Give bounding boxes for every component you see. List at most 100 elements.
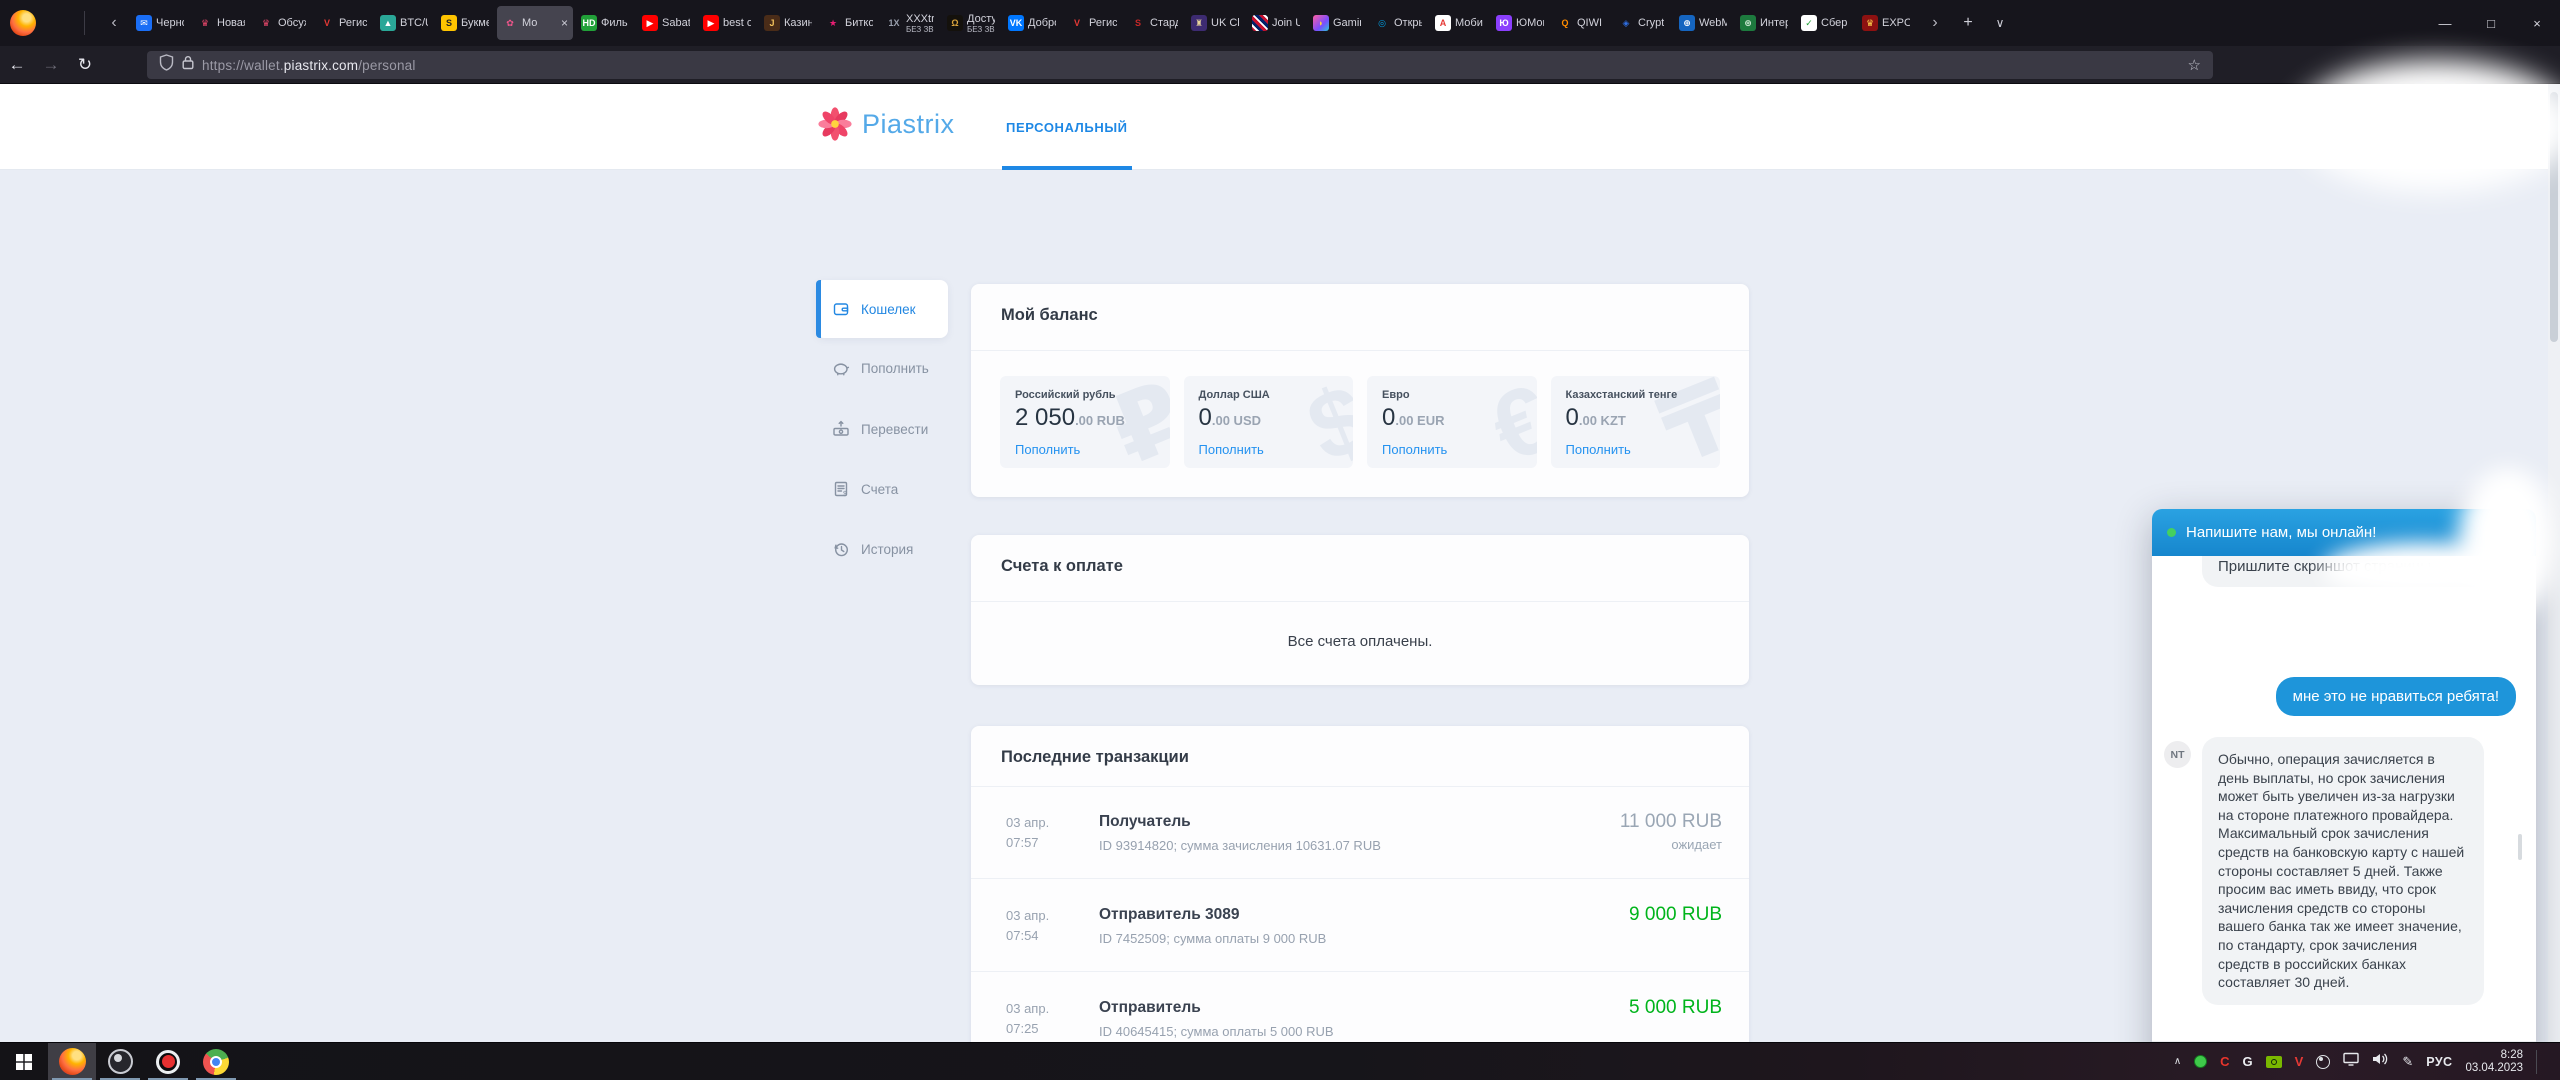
transactions-title: Последние транзакции bbox=[1001, 748, 1189, 767]
taskbar-app-chrome[interactable] bbox=[192, 1043, 240, 1080]
browser-tab[interactable]: ♛ EXPO bbox=[1857, 6, 1915, 40]
sidebar-item-wallet[interactable]: Кошелек bbox=[816, 280, 948, 338]
browser-tab[interactable]: ♜ UK Cl bbox=[1186, 6, 1244, 40]
tray-pen-icon[interactable]: ✎ bbox=[2402, 1054, 2413, 1070]
tray-vpn-icon[interactable]: V bbox=[2295, 1054, 2304, 1069]
date: 03.04.2023 bbox=[2465, 1062, 2523, 1074]
browser-tab[interactable]: ▶ best o bbox=[698, 6, 756, 40]
taskbar-app-recorder[interactable] bbox=[144, 1043, 192, 1080]
maximize-button[interactable]: □ bbox=[2468, 0, 2514, 46]
browser-tab[interactable]: ◎ Откры bbox=[1369, 6, 1427, 40]
browser-tab[interactable]: ◗ Gamin bbox=[1308, 6, 1366, 40]
language-indicator[interactable]: РУС bbox=[2426, 1055, 2452, 1069]
browser-tab[interactable]: ♛ Обсуж bbox=[253, 6, 311, 40]
tab-title: Sabat bbox=[662, 17, 690, 29]
tab-personal[interactable]: ПЕРСОНАЛЬНЫЙ bbox=[1002, 84, 1132, 170]
tray-logitech-icon[interactable]: G bbox=[2243, 1054, 2253, 1069]
browser-tab[interactable]: ⊕ WebM bbox=[1674, 6, 1732, 40]
new-tab-button[interactable]: + bbox=[1952, 14, 1984, 32]
browser-tab[interactable]: ✉ Черно bbox=[131, 6, 189, 40]
clock[interactable]: 8:2803.04.2023 bbox=[2465, 1049, 2523, 1075]
browser-tab[interactable]: ⊛ Интер bbox=[1735, 6, 1793, 40]
divider bbox=[971, 601, 1749, 602]
tab-title: Сбер bbox=[1821, 17, 1847, 29]
currency-card: € Евро 0.00 EUR Пополнить bbox=[1367, 376, 1537, 468]
firefox-view-button[interactable] bbox=[0, 0, 46, 46]
tray-nvidia-icon[interactable] bbox=[2266, 1056, 2282, 1068]
taskbar-app-firefox[interactable] bbox=[48, 1043, 96, 1080]
tray-network-icon[interactable] bbox=[2343, 1052, 2359, 1071]
browser-tab[interactable]: S Стард bbox=[1125, 6, 1183, 40]
browser-tab[interactable]: ★ Битко bbox=[820, 6, 878, 40]
url-bar[interactable]: https://wallet.piastrix.com/personal ☆ bbox=[147, 51, 2213, 79]
wallet-icon bbox=[832, 300, 850, 318]
chat-scrollbar-thumb[interactable] bbox=[2518, 834, 2522, 860]
tab-close-icon[interactable]: × bbox=[561, 16, 568, 30]
tab-scroll-left-button[interactable]: ‹ bbox=[97, 14, 131, 32]
shield-icon[interactable] bbox=[159, 54, 174, 76]
browser-tab[interactable]: 1X XXXtr БЕЗ ЗВ bbox=[881, 6, 939, 40]
browser-tab[interactable]: ✓ Сбер bbox=[1796, 6, 1854, 40]
tray-obs-icon[interactable] bbox=[2316, 1055, 2330, 1069]
piastrix-logo[interactable]: Piastrix bbox=[818, 105, 955, 143]
sidebar-item-invoices[interactable]: $ Счета bbox=[816, 467, 948, 511]
tray-guard-icon[interactable]: C bbox=[2220, 1054, 2229, 1069]
browser-tab[interactable]: ◈ Crypt bbox=[1613, 6, 1671, 40]
topup-link[interactable]: Пополнить bbox=[1199, 442, 1339, 457]
currency-amount: 0.00 EUR bbox=[1382, 405, 1522, 434]
browser-tab[interactable]: ♛ Новая bbox=[192, 6, 250, 40]
online-status-icon bbox=[2167, 528, 2176, 537]
lock-icon[interactable] bbox=[182, 55, 194, 75]
browser-tab[interactable]: А Моби bbox=[1430, 6, 1488, 40]
browser-tab[interactable]: V Регис bbox=[314, 6, 372, 40]
currency-name: Российский рубль bbox=[1015, 389, 1155, 401]
transaction-row[interactable]: 03 апр.07:54 Отправитель 3089 ID 7452509… bbox=[971, 879, 1749, 972]
topup-link[interactable]: Пополнить bbox=[1566, 442, 1706, 457]
screen-recorder-icon bbox=[156, 1050, 180, 1074]
browser-tab[interactable]: V Регис bbox=[1064, 6, 1122, 40]
browser-tab[interactable]: Join U bbox=[1247, 6, 1305, 40]
reload-button[interactable]: ↻ bbox=[68, 55, 102, 75]
browser-tab[interactable]: S Букме bbox=[436, 6, 494, 40]
browser-tab[interactable]: ✿ Мо × bbox=[497, 6, 573, 40]
hidden-icons-chevron[interactable]: ∧ bbox=[2174, 1056, 2181, 1067]
bookmark-star-icon[interactable]: ☆ bbox=[2188, 56, 2201, 74]
browser-tab[interactable]: HD Филь bbox=[576, 6, 634, 40]
sidebar-item-history[interactable]: История bbox=[816, 527, 948, 571]
topup-link[interactable]: Пополнить bbox=[1382, 442, 1522, 457]
transaction-datetime: 03 апр.07:57 bbox=[1006, 813, 1049, 853]
tab-list-dropdown-button[interactable]: ∨ bbox=[1984, 16, 2016, 30]
tray-volume-icon[interactable] bbox=[2372, 1052, 2389, 1071]
close-button[interactable]: × bbox=[2514, 0, 2560, 46]
tab-favicon-icon: HD bbox=[581, 15, 597, 31]
browser-tab[interactable]: ▶ Sabat bbox=[637, 6, 695, 40]
url-text[interactable]: https://wallet.piastrix.com/personal bbox=[202, 58, 416, 73]
transaction-row[interactable]: 03 апр.07:25 Отправитель ID 40645415; су… bbox=[971, 972, 1749, 1042]
back-button[interactable]: ← bbox=[0, 55, 34, 75]
currency-card: ₽ Российский рубль 2 050.00 RUB Пополнит… bbox=[1000, 376, 1170, 468]
topup-link[interactable]: Пополнить bbox=[1015, 442, 1155, 457]
browser-tab[interactable]: ▲ BTC/U bbox=[375, 6, 433, 40]
tray-status-icon[interactable] bbox=[2194, 1055, 2207, 1068]
taskbar-app-obs[interactable] bbox=[96, 1043, 144, 1080]
browser-tab[interactable]: J Казин bbox=[759, 6, 817, 40]
windows-logo-icon bbox=[16, 1054, 32, 1070]
tab-title: Gamin bbox=[1333, 17, 1361, 29]
tab-scroll-right-button[interactable]: › bbox=[1918, 14, 1952, 32]
start-button[interactable] bbox=[0, 1043, 48, 1080]
tab-favicon-icon: Ω bbox=[947, 15, 963, 31]
minimize-button[interactable]: — bbox=[2422, 0, 2468, 46]
tab-favicon-icon: ♛ bbox=[258, 15, 274, 31]
tab-title: XXXtr bbox=[906, 13, 934, 25]
sidebar-item-topup[interactable]: Пополнить bbox=[816, 346, 948, 390]
browser-tab[interactable]: Q QIWI bbox=[1552, 6, 1610, 40]
tab-title: Добро bbox=[1028, 17, 1056, 29]
transaction-row[interactable]: 03 апр.07:57 Получатель ID 93914820; сум… bbox=[971, 786, 1749, 879]
browser-tab[interactable]: Ω Досту БЕЗ ЗВ bbox=[942, 6, 1000, 40]
browser-tab[interactable]: Ю ЮМон bbox=[1491, 6, 1549, 40]
transaction-details: ID 7452509; сумма оплаты 9 000 RUB bbox=[1099, 931, 1326, 946]
browser-tab[interactable]: VK Добро bbox=[1003, 6, 1061, 40]
browser-chrome: ‹ ✉ Черно ♛ Нова bbox=[0, 0, 2560, 84]
sidebar-item-transfer[interactable]: Перевести bbox=[816, 407, 948, 451]
forward-button[interactable]: → bbox=[34, 55, 68, 75]
